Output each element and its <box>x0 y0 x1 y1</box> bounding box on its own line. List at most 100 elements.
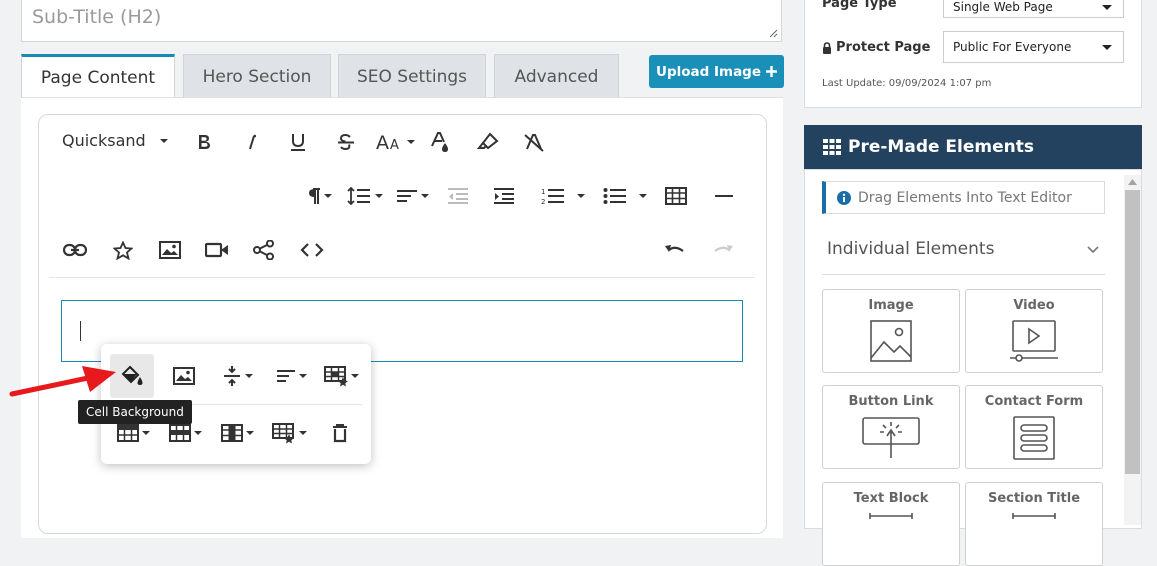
vertical-align-dropdown[interactable] <box>216 361 258 391</box>
clear-format-button[interactable] <box>520 127 548 157</box>
protect-page-value: Public For Everyone <box>953 40 1072 54</box>
outdent-button[interactable] <box>444 181 472 211</box>
chevron-down-icon <box>298 374 307 378</box>
delete-table-button[interactable] <box>326 418 354 448</box>
strikethrough-button[interactable] <box>332 127 360 157</box>
video-icon <box>205 242 228 258</box>
info-icon <box>837 190 851 205</box>
ordered-list-icon: 12 <box>541 188 564 205</box>
font-size-icon: AA <box>376 133 399 151</box>
paragraph-format-dropdown[interactable] <box>300 181 338 211</box>
bold-button[interactable] <box>190 127 218 157</box>
embed-button[interactable] <box>250 235 278 265</box>
font-size-dropdown[interactable]: AA <box>374 127 416 157</box>
tab-label: SEO Settings <box>356 66 468 87</box>
tab-seo-settings[interactable]: SEO Settings <box>338 54 486 98</box>
subtitle-input[interactable]: Sub-Title (H2) <box>21 0 782 42</box>
element-card-label: Section Title <box>987 491 1081 506</box>
undo-icon <box>665 245 684 252</box>
horizontal-align-dropdown[interactable] <box>270 361 312 391</box>
element-card-contact-form[interactable]: Contact Form <box>965 385 1103 469</box>
clear-format-icon <box>524 134 544 152</box>
premade-elements-header: Pre-Made Elements <box>804 125 1142 169</box>
toolbar-divider <box>49 277 755 278</box>
indent-icon <box>494 188 514 204</box>
code-view-button[interactable] <box>298 235 326 265</box>
protect-page-label: Protect Page <box>822 40 930 55</box>
protect-page-text: Protect Page <box>836 40 931 55</box>
upload-image-label: Upload Image <box>655 63 762 80</box>
table-columns-dropdown[interactable] <box>216 418 258 448</box>
undo-button[interactable] <box>661 235 689 265</box>
horizontal-rule-icon <box>715 195 733 197</box>
font-family-dropdown[interactable]: Quicksand <box>62 131 168 150</box>
redo-button[interactable] <box>709 235 737 265</box>
tooltip-text: Cell Background <box>86 405 184 419</box>
tab-label: Advanced <box>514 66 599 87</box>
element-card-section-title[interactable]: Section Title <box>965 482 1103 566</box>
drag-hint: Drag Elements Into Text Editor <box>822 181 1105 214</box>
element-card-video[interactable]: Video <box>965 289 1103 373</box>
page-type-value: Single Web Page <box>953 0 1053 14</box>
insert-video-button[interactable] <box>203 235 231 265</box>
table-header-icon <box>116 424 139 442</box>
video-icon <box>1010 320 1058 362</box>
table-style-dropdown[interactable] <box>320 361 362 391</box>
grid-icon <box>823 139 841 155</box>
image-icon <box>159 241 181 259</box>
red-arrow-annotation <box>9 366 116 397</box>
element-card-label: Text Block <box>853 491 929 506</box>
insert-table-button[interactable] <box>662 181 690 211</box>
text-color-button[interactable] <box>426 127 454 157</box>
indent-button[interactable] <box>490 181 518 211</box>
scroll-up-arrow-icon[interactable] <box>1128 179 1137 185</box>
tab-page-content[interactable]: Page Content <box>21 54 175 99</box>
chevron-down-icon <box>350 374 359 378</box>
element-card-label: Contact Form <box>984 394 1084 409</box>
table-icon <box>665 187 687 205</box>
element-card-button-link[interactable]: Button Link <box>822 385 960 469</box>
paragraph-format-icon <box>308 188 320 204</box>
insert-image-button[interactable] <box>156 235 184 265</box>
scrollbar-thumb[interactable] <box>1125 190 1140 474</box>
upload-image-button[interactable]: Upload Image <box>649 55 784 88</box>
individual-elements-heading[interactable]: Individual Elements <box>827 239 994 259</box>
chevron-down-icon <box>323 194 332 198</box>
tab-hero-section[interactable]: Hero Section <box>183 54 331 98</box>
italic-button[interactable] <box>238 127 266 157</box>
line-height-dropdown[interactable] <box>344 181 384 211</box>
drag-hint-text: Drag Elements Into Text Editor <box>858 189 1072 206</box>
element-card-text-block[interactable]: Text Block <box>822 482 960 566</box>
insert-link-button[interactable] <box>61 235 89 265</box>
table-columns-icon <box>220 424 243 442</box>
page-type-select[interactable]: Single Web Page <box>943 0 1124 18</box>
last-update-text: Last Update: 09/09/2024 1:07 pm <box>822 78 992 89</box>
star-icon <box>113 240 133 260</box>
redo-icon <box>714 245 733 252</box>
highlight-button[interactable] <box>474 127 502 157</box>
cell-style-dropdown[interactable] <box>268 418 310 448</box>
chevron-down-icon <box>577 194 585 198</box>
ordered-list-dropdown[interactable]: 12 <box>538 181 588 211</box>
chevron-down-icon[interactable] <box>1087 246 1099 254</box>
cell-image-button[interactable] <box>170 361 198 391</box>
horizontal-rule-button[interactable] <box>710 181 738 211</box>
protect-page-select[interactable]: Public For Everyone <box>943 31 1124 63</box>
svg-text:2: 2 <box>541 198 545 205</box>
code-view-icon <box>300 243 324 257</box>
line-height-icon <box>346 186 370 206</box>
chevron-down-icon <box>159 138 168 143</box>
resize-grip-icon[interactable] <box>769 29 778 38</box>
text-block-icon <box>869 513 913 519</box>
special-characters-button[interactable] <box>109 235 137 265</box>
chevron-down-icon <box>1102 5 1112 10</box>
align-dropdown[interactable] <box>392 181 432 211</box>
underline-button[interactable] <box>284 127 312 157</box>
table-rows-icon <box>168 424 191 442</box>
tab-advanced[interactable]: Advanced <box>494 54 619 98</box>
element-card-label: Button Link <box>848 394 934 409</box>
unordered-list-dropdown[interactable] <box>600 181 650 211</box>
lock-icon <box>823 41 831 54</box>
element-card-image[interactable]: Image <box>822 289 960 373</box>
table-style-icon <box>323 366 348 387</box>
